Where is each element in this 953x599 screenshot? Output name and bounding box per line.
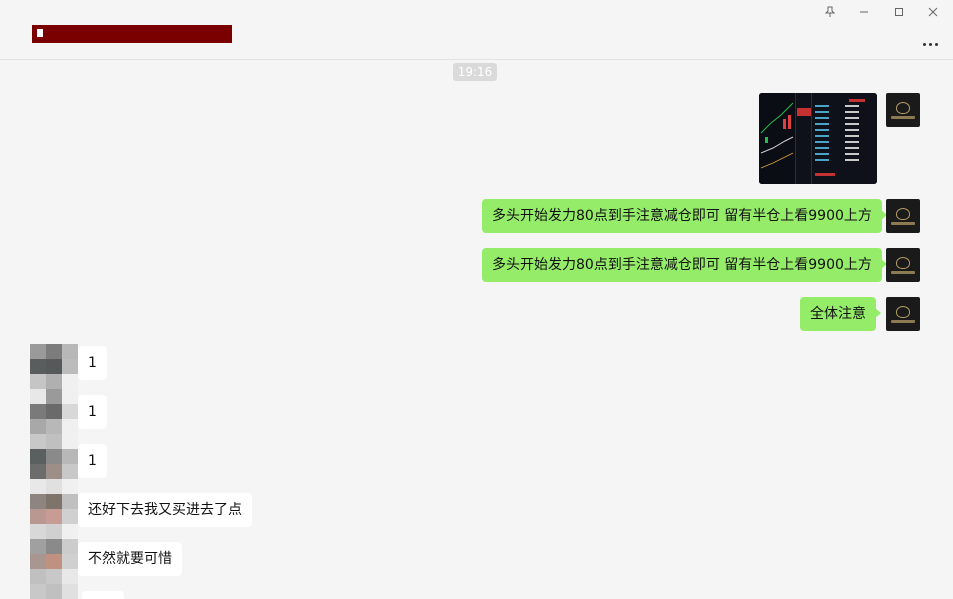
my-avatar[interactable]: [886, 248, 920, 282]
maximize-icon[interactable]: [889, 3, 909, 21]
time-divider: 19:16: [453, 63, 497, 81]
received-message-bubble[interactable]: 还好下去我又买进去了点: [78, 493, 252, 527]
close-icon[interactable]: [923, 3, 943, 21]
chat-title-redacted: [32, 25, 232, 43]
my-avatar[interactable]: [886, 93, 920, 127]
my-avatar[interactable]: [886, 199, 920, 233]
sent-message-bubble[interactable]: 多头开始发力80点到手注意减仓即可 留有半仓上看9900上方: [482, 199, 887, 233]
received-message-bubble-partial[interactable]: [82, 591, 124, 599]
pin-icon[interactable]: [820, 3, 840, 21]
chart-screenshot-image[interactable]: [759, 93, 877, 184]
title-marker-icon: [37, 29, 43, 37]
more-icon[interactable]: [919, 31, 941, 47]
received-message-bubble[interactable]: 1: [78, 444, 107, 478]
my-avatar[interactable]: [886, 297, 920, 331]
sent-message-bubble[interactable]: 多头开始发力80点到手注意减仓即可 留有半仓上看9900上方: [482, 248, 887, 282]
sent-message-bubble[interactable]: 全体注意: [800, 297, 881, 331]
title-bar: [0, 0, 953, 60]
minimize-icon[interactable]: [854, 3, 874, 21]
blurred-avatar: [30, 344, 78, 599]
received-message-bubble[interactable]: 1: [78, 395, 107, 429]
received-message-bubble[interactable]: 不然就要可惜: [78, 542, 182, 576]
received-message-bubble[interactable]: 1: [78, 346, 107, 380]
